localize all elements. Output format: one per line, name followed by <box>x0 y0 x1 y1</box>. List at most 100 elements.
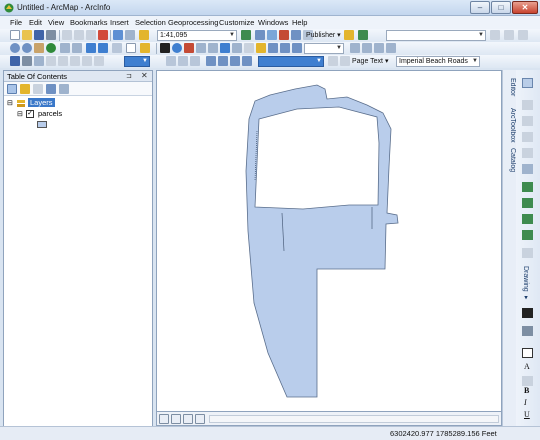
find-icon[interactable] <box>184 43 194 53</box>
menu-edit[interactable]: Edit <box>29 18 42 27</box>
minimize-button[interactable]: – <box>470 1 490 14</box>
pause-drawing-button[interactable] <box>195 414 205 424</box>
effects-icon[interactable] <box>178 56 188 66</box>
menu-file[interactable]: File <box>10 18 22 27</box>
drawing-toolbar-label[interactable]: Drawing ▾ <box>521 266 529 302</box>
data-frame-icon[interactable] <box>10 56 20 66</box>
select-arrow-icon[interactable] <box>160 43 170 53</box>
map-scale-combo[interactable]: 1:41,095 ▼ <box>157 30 237 41</box>
bold-icon[interactable]: B <box>524 386 529 395</box>
list-by-selection-icon[interactable] <box>46 84 56 94</box>
label-tool-icon[interactable] <box>340 56 350 66</box>
fixed-zoom-out-icon[interactable] <box>72 43 82 53</box>
identify-icon[interactable] <box>172 43 182 53</box>
label-layer-combo[interactable]: ▼ <box>258 56 324 67</box>
menu-windows[interactable]: Windows <box>258 18 288 27</box>
time-slider-icon[interactable] <box>244 43 254 53</box>
toggle-icon[interactable] <box>94 56 104 66</box>
html-popup-icon[interactable] <box>232 43 242 53</box>
label-priority-icon[interactable] <box>218 56 228 66</box>
layout-tool-icon[interactable] <box>280 43 290 53</box>
lock-labels-icon[interactable] <box>242 56 252 66</box>
georeference-icon[interactable] <box>22 56 32 66</box>
maximize-button[interactable]: □ <box>491 1 511 14</box>
collapse-icon[interactable]: ⊟ <box>7 99 13 107</box>
end-point-arc-icon[interactable] <box>522 132 533 142</box>
python-window-icon[interactable] <box>291 30 301 40</box>
list-by-visibility-icon[interactable] <box>33 84 43 94</box>
rotate-icon[interactable] <box>522 214 533 224</box>
select-features-icon[interactable] <box>112 43 122 53</box>
label-manager-icon[interactable] <box>206 56 216 66</box>
menu-bookmarks[interactable]: Bookmarks <box>70 18 108 27</box>
label-tool-icon[interactable] <box>328 56 338 66</box>
tab-arctoolbox[interactable]: ArcToolbox <box>504 108 516 143</box>
split-tool-icon[interactable] <box>522 164 533 174</box>
fill-color-icon[interactable] <box>522 376 533 386</box>
open-folder-icon[interactable] <box>22 30 32 40</box>
hyperlink-icon[interactable] <box>220 43 230 53</box>
layout-zoom-icon[interactable] <box>374 43 384 53</box>
toc-close-icon[interactable]: ✕ <box>141 71 148 80</box>
edit-tool-icon[interactable] <box>522 78 533 88</box>
paste-icon[interactable] <box>86 30 96 40</box>
publisher-tool-icon[interactable] <box>518 30 528 40</box>
copy-icon[interactable] <box>74 30 84 40</box>
horizontal-scrollbar[interactable] <box>209 415 499 423</box>
redo-icon[interactable] <box>125 30 135 40</box>
publisher-combo[interactable]: ▼ <box>386 30 486 41</box>
trace-icon[interactable] <box>522 148 533 158</box>
font-combo[interactable]: Imperial Beach Roads ▼ <box>396 56 480 67</box>
cut-icon[interactable] <box>62 30 72 40</box>
data-view-button[interactable] <box>159 414 169 424</box>
publisher-menu[interactable]: Publisher ▾ <box>306 31 341 39</box>
reshape-feature-icon[interactable] <box>522 182 533 192</box>
list-by-drawing-order-icon[interactable] <box>7 84 17 94</box>
pin-icon[interactable]: ⊐ <box>126 72 132 80</box>
publisher-tool-icon[interactable] <box>504 30 514 40</box>
italic-icon[interactable]: I <box>524 398 527 407</box>
table-of-contents-icon[interactable] <box>255 30 265 40</box>
undo-icon[interactable] <box>113 30 123 40</box>
layer-icon[interactable] <box>34 56 44 66</box>
layout-tool-icon[interactable] <box>268 43 278 53</box>
new-document-icon[interactable] <box>10 30 20 40</box>
create-viewer-icon[interactable] <box>256 43 266 53</box>
layer-visibility-checkbox[interactable]: ✓ <box>26 110 34 118</box>
cut-polygons-icon[interactable] <box>522 198 533 208</box>
layout-zoom-icon[interactable] <box>350 43 360 53</box>
toc-options-icon[interactable] <box>59 84 69 94</box>
menu-view[interactable]: View <box>48 18 64 27</box>
new-text-icon[interactable]: A <box>524 362 530 371</box>
menu-help[interactable]: Help <box>292 18 307 27</box>
tab-catalog[interactable]: Catalog <box>504 148 516 172</box>
attributes-icon[interactable] <box>522 230 533 240</box>
menu-customize[interactable]: Customize <box>219 18 254 27</box>
publisher-settings-icon[interactable] <box>358 30 368 40</box>
layout-tool-icon[interactable] <box>292 43 302 53</box>
full-extent-icon[interactable] <box>46 43 56 53</box>
effects-icon[interactable] <box>190 56 200 66</box>
select-elements-icon[interactable] <box>140 43 150 53</box>
label-weight-icon[interactable] <box>230 56 240 66</box>
page-text-menu[interactable]: Page Text ▾ <box>352 57 388 65</box>
layer-symbol-swatch[interactable] <box>37 121 47 128</box>
save-icon[interactable] <box>34 30 44 40</box>
straight-segment-icon[interactable] <box>522 116 533 126</box>
back-extent-icon[interactable] <box>86 43 96 53</box>
rotate-element-icon[interactable] <box>522 326 533 336</box>
layout-zoom-icon[interactable] <box>386 43 396 53</box>
toggle-icon[interactable] <box>46 56 56 66</box>
toggle-icon[interactable] <box>58 56 68 66</box>
layout-view-button[interactable] <box>171 414 181 424</box>
go-to-xy-icon[interactable] <box>196 43 206 53</box>
measure-icon[interactable] <box>208 43 218 53</box>
refresh-view-button[interactable] <box>183 414 193 424</box>
clear-selection-icon[interactable] <box>126 43 136 53</box>
edit-annotation-icon[interactable] <box>522 100 533 110</box>
menu-insert[interactable]: Insert <box>110 18 129 27</box>
rectangle-icon[interactable] <box>522 348 533 358</box>
arctoolbox-icon[interactable] <box>279 30 289 40</box>
parcels-polygon[interactable] <box>245 84 399 398</box>
menu-selection[interactable]: Selection <box>135 18 166 27</box>
